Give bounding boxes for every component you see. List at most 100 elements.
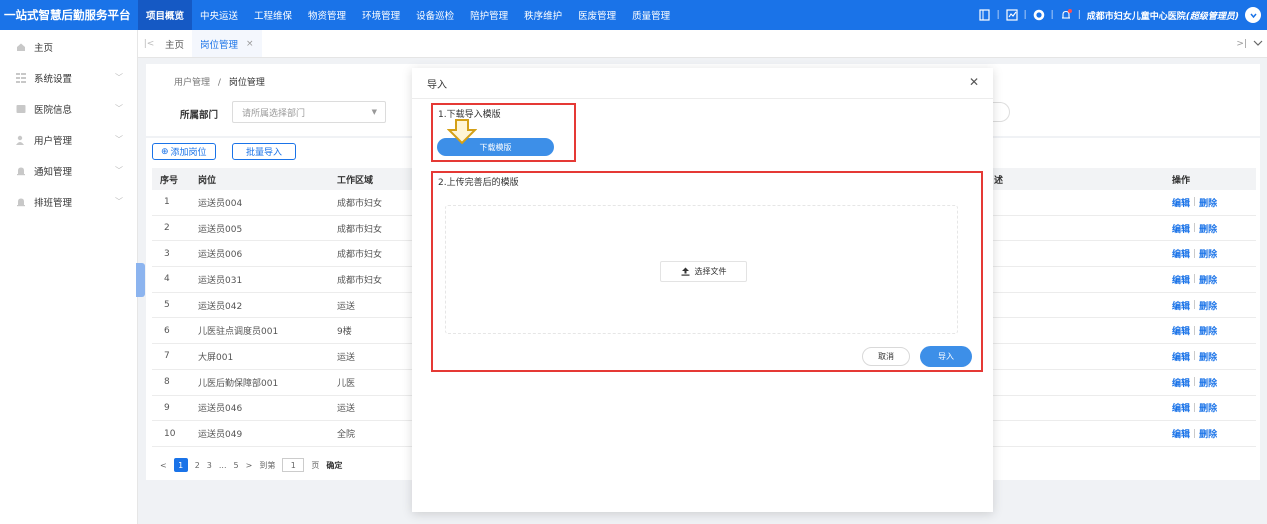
edit-link[interactable]: 编辑	[1172, 247, 1190, 260]
import-dialog: 导入 ✕ 1.下载导入模版 下载模版 2.上传完善后的模版 选择文件 取消 导入	[412, 68, 993, 512]
batch-import-button[interactable]: 批量导入	[232, 143, 297, 160]
page-prev-icon[interactable]: <	[160, 461, 167, 470]
chevron-down-icon: ﹀	[115, 73, 123, 82]
edit-link[interactable]: 编辑	[1172, 401, 1190, 414]
cell-no: 3	[164, 248, 170, 259]
step2-highlight: 2.上传完善后的模版 选择文件 取消 导入	[431, 171, 983, 372]
tabs-next-icon[interactable]: >|	[1236, 39, 1247, 49]
top-nav-item[interactable]: 环境管理	[354, 0, 408, 30]
top-nav-item[interactable]: 设备巡检	[408, 0, 462, 30]
chevron-down-icon: ﹀	[115, 104, 123, 113]
separator: |	[996, 10, 1000, 20]
top-nav-item[interactable]: 陪护管理	[462, 0, 516, 30]
cancel-button[interactable]: 取消	[862, 347, 910, 366]
edit-link[interactable]: 编辑	[1172, 299, 1190, 312]
edit-link[interactable]: 编辑	[1172, 196, 1190, 209]
cell-no: 5	[164, 300, 170, 311]
delete-link[interactable]: 删除	[1199, 247, 1217, 260]
tab-position-management[interactable]: 岗位管理 ×	[192, 30, 262, 57]
page-link[interactable]: 2	[195, 461, 200, 470]
chevron-down-icon[interactable]	[1253, 39, 1263, 50]
sidebar-item-hospital-info[interactable]: 医院信息 ﹀	[0, 93, 137, 124]
page-next-icon[interactable]: >	[246, 461, 253, 470]
department-select[interactable]: 请所属选择部门 ▼	[232, 101, 386, 123]
sidebar-item-user-management[interactable]: 用户管理 ﹀	[0, 124, 137, 155]
edit-link[interactable]: 编辑	[1172, 427, 1190, 440]
delete-link[interactable]: 删除	[1199, 350, 1217, 363]
cell-position: 儿医后勤保障部001	[198, 378, 279, 389]
edit-link[interactable]: 编辑	[1172, 273, 1190, 286]
delete-link[interactable]: 删除	[1199, 196, 1217, 209]
page-link[interactable]: 5	[234, 461, 239, 470]
goto-page-input[interactable]: 1	[282, 458, 305, 472]
import-button[interactable]: 导入	[920, 346, 972, 367]
sidebar-collapse-handle[interactable]	[136, 263, 145, 297]
edit-link[interactable]: 编辑	[1172, 222, 1190, 235]
delete-link[interactable]: 删除	[1199, 324, 1217, 337]
sidebar-item-home[interactable]: 主页	[0, 31, 137, 62]
breadcrumb-current: 岗位管理	[228, 78, 265, 88]
cell-area: 成都市妇女	[337, 250, 383, 261]
chart-icon[interactable]	[1006, 9, 1018, 21]
delete-link[interactable]: 删除	[1199, 299, 1217, 312]
sidebar-item-label: 排班管理	[34, 197, 73, 209]
dialog-title: 导入	[427, 80, 447, 91]
chevron-down-icon[interactable]	[1245, 7, 1261, 23]
top-nav-item[interactable]: 中央运送	[192, 0, 246, 30]
delete-link[interactable]: 删除	[1199, 401, 1217, 414]
sidebar-item-scheduling[interactable]: 排班管理 ﹀	[0, 186, 137, 217]
user-name[interactable]: 成都市妇女儿童中心医院(超级管理员)	[1087, 9, 1239, 22]
import-label: 导入	[938, 352, 954, 361]
breadcrumb-parent[interactable]: 用户管理	[174, 78, 210, 88]
user-org: 成都市妇女儿童中心医院	[1086, 11, 1186, 22]
home-icon	[16, 42, 26, 52]
delete-link[interactable]: 删除	[1199, 222, 1217, 235]
close-icon[interactable]: ×	[246, 39, 254, 49]
choose-file-label: 选择文件	[694, 267, 727, 276]
bell-icon[interactable]	[1060, 9, 1072, 21]
tabs-prev-icon[interactable]: |<	[141, 39, 157, 49]
tab-home[interactable]: 主页	[157, 30, 192, 57]
col-desc: 述	[994, 175, 1004, 186]
edit-link[interactable]: 编辑	[1172, 376, 1190, 389]
col-area: 工作区域	[337, 175, 374, 186]
tab-label: 岗位管理	[200, 39, 239, 51]
top-nav-item[interactable]: 秩序维护	[516, 0, 570, 30]
edit-link[interactable]: 编辑	[1172, 324, 1190, 337]
goto-confirm-button[interactable]: 确定	[326, 460, 342, 471]
top-nav-item[interactable]: 项目概览	[138, 0, 193, 30]
cell-operation: 编辑 | 删除	[1172, 273, 1252, 286]
upload-icon	[681, 267, 689, 276]
delete-link[interactable]: 删除	[1199, 376, 1217, 389]
top-nav-item[interactable]: 物资管理	[300, 0, 354, 30]
book-icon[interactable]	[979, 9, 991, 21]
batch-import-label: 批量导入	[246, 148, 283, 158]
close-icon[interactable]: ✕	[967, 75, 981, 89]
page-unit: 页	[311, 460, 320, 470]
top-nav-item[interactable]: 医废管理	[570, 0, 624, 30]
add-position-button[interactable]: ⊕ 添加岗位	[152, 143, 216, 160]
message-icon[interactable]	[1033, 9, 1045, 21]
top-nav-item[interactable]: 质量管理	[624, 0, 678, 30]
delete-link[interactable]: 删除	[1199, 273, 1217, 286]
separator: |	[1050, 10, 1054, 20]
cell-operation: 编辑 | 删除	[1172, 299, 1252, 312]
delete-link[interactable]: 删除	[1199, 427, 1217, 440]
tabs-bar: |< 主页 岗位管理 × >|	[138, 30, 1267, 58]
cell-no: 10	[164, 428, 176, 439]
upload-dropzone[interactable]: 选择文件	[445, 205, 958, 334]
plus-circle-icon: ⊕	[161, 146, 169, 157]
sidebar-item-system-settings[interactable]: 系统设置 ﹀	[0, 62, 137, 93]
cell-position: 运送员004	[198, 198, 243, 209]
page-link[interactable]: 3	[207, 461, 212, 470]
edit-link[interactable]: 编辑	[1172, 350, 1190, 363]
choose-file-button[interactable]: 选择文件	[660, 261, 747, 282]
cell-area: 运送	[337, 301, 356, 312]
sidebar-item-notification[interactable]: 通知管理 ﹀	[0, 155, 137, 186]
step2-label: 2.上传完善后的模版	[438, 178, 519, 188]
top-nav-item[interactable]: 工程维保	[246, 0, 300, 30]
cell-position: 儿医驻点调度员001	[198, 327, 279, 338]
cell-area: 运送	[337, 352, 356, 363]
page-current[interactable]: 1	[173, 458, 188, 472]
cell-position: 运送员031	[198, 275, 243, 286]
